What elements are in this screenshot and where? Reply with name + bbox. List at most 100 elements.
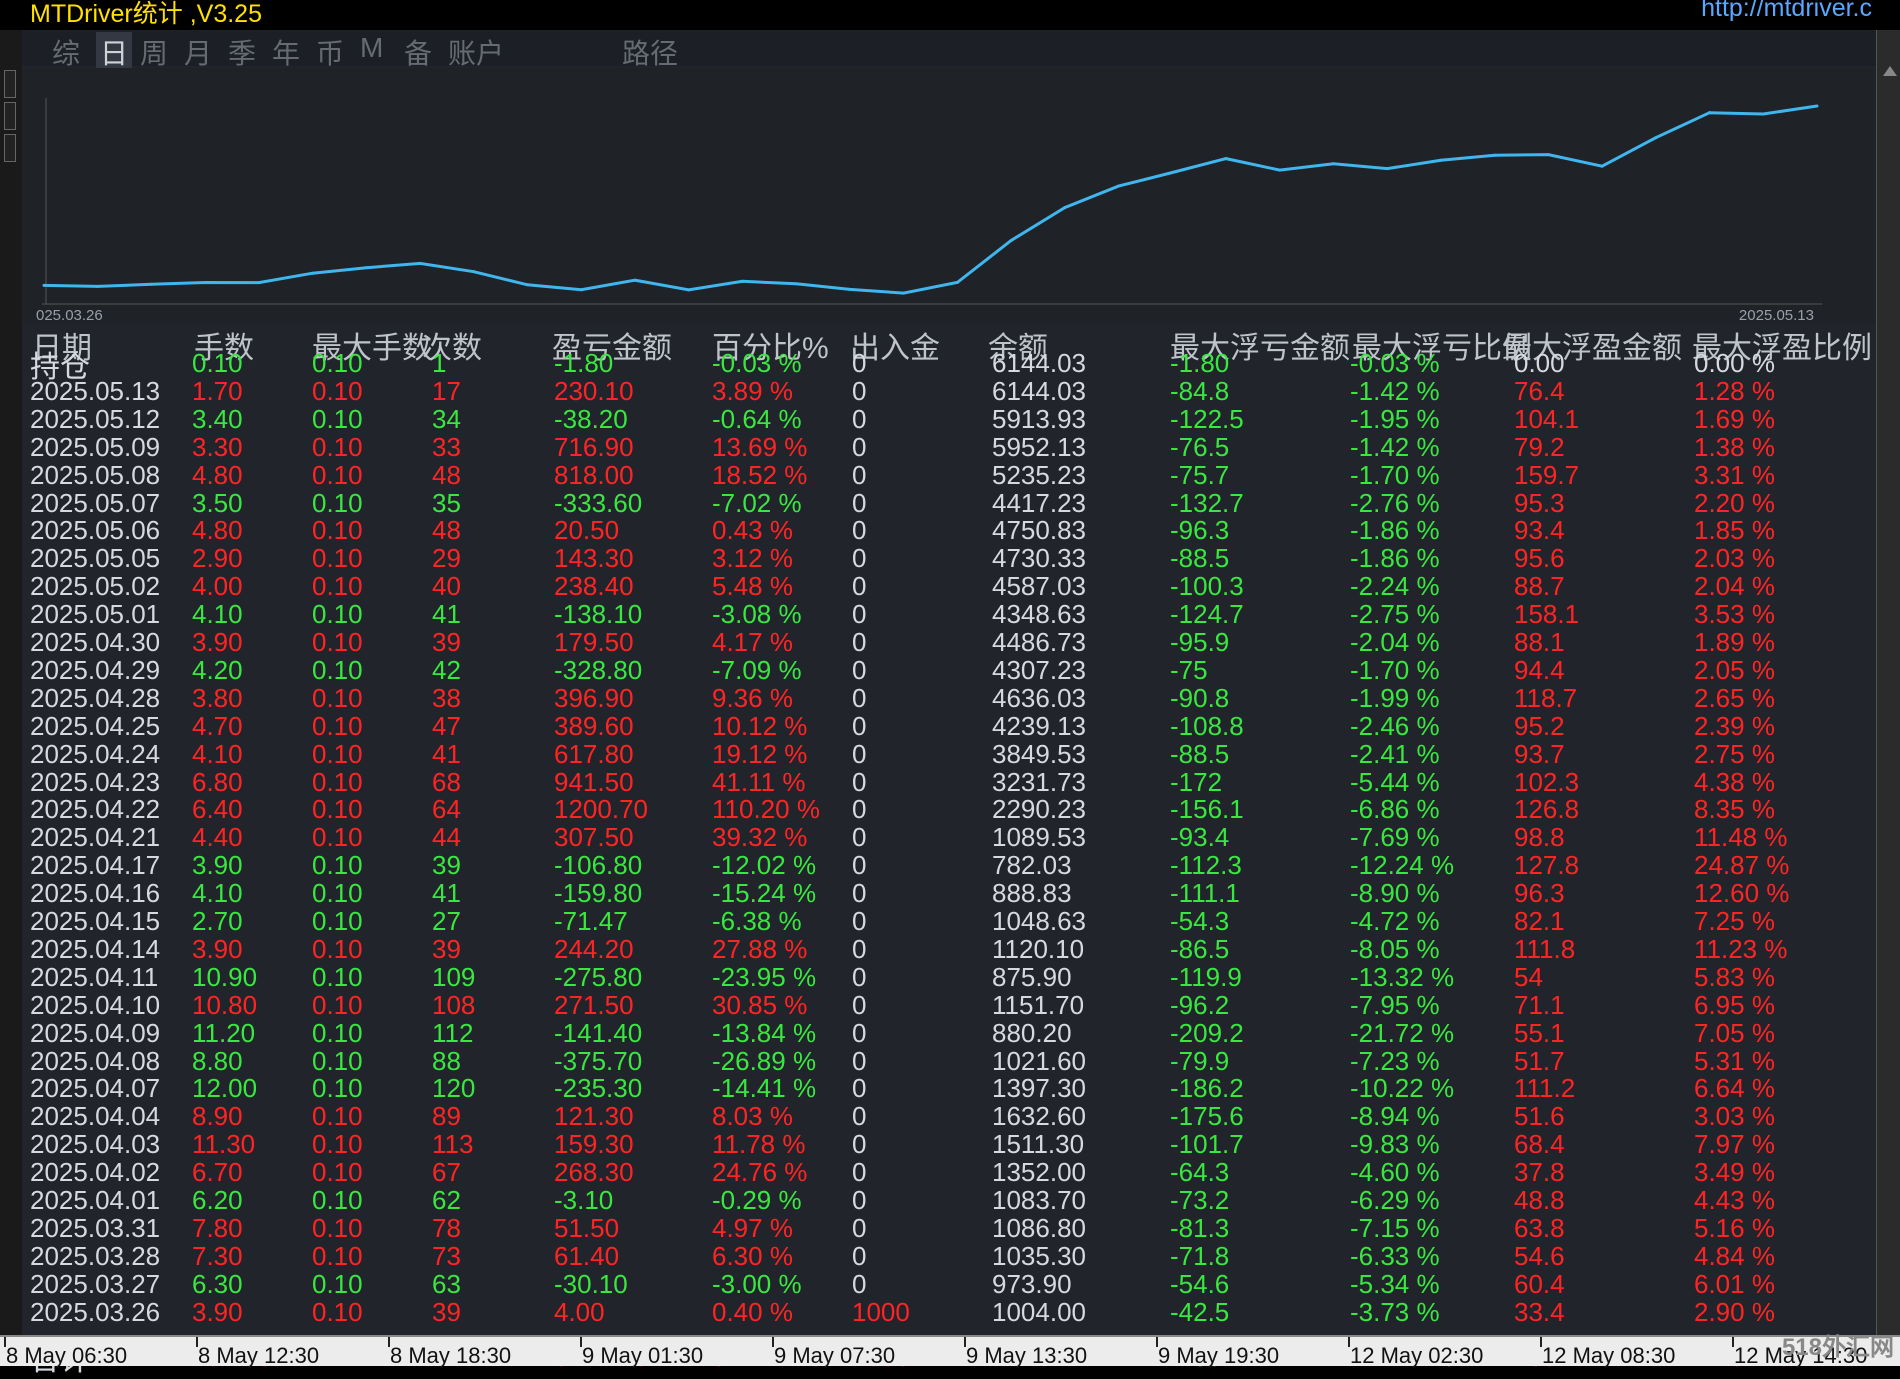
cell-lots: 6.40: [192, 794, 243, 825]
vertical-scrollbar[interactable]: [1876, 30, 1900, 1335]
cell-max-float-profit: 55.1: [1514, 1017, 1565, 1048]
balance-point: [1708, 111, 1712, 115]
cell-count: 17: [432, 375, 461, 406]
balance-point: [1439, 158, 1443, 162]
cell-max-float-profit-pct: 7.05 %: [1694, 1017, 1775, 1048]
cell-max-float-loss: -186.2: [1170, 1073, 1244, 1104]
cell-max-lots: 0.10: [312, 1185, 363, 1215]
cell-date: 2025.05.05: [30, 543, 161, 574]
cell-max-float-loss: -124.7: [1170, 599, 1244, 630]
cell-max-lots: 0.10: [312, 989, 363, 1020]
cell-io: 0: [852, 1185, 867, 1215]
balance-point: [687, 288, 691, 292]
cell-pl: 307.50: [554, 822, 634, 853]
cell-io: 0: [852, 543, 867, 574]
cell-max-float-loss: -75.7: [1170, 459, 1230, 490]
column-header[interactable]: 次数: [422, 323, 482, 367]
cell-pl: -375.70: [554, 1045, 643, 1076]
cell-pct: -15.24 %: [712, 878, 817, 909]
cell-pct: 8.03 %: [712, 1101, 793, 1132]
cell-date: 2025.03.26: [30, 1296, 161, 1327]
cell-io: 0: [852, 878, 867, 909]
cell-max-float-loss: -64.3: [1170, 1157, 1230, 1188]
cell-balance: 6144.03: [992, 375, 1086, 406]
tab-6[interactable]: 币: [316, 32, 344, 72]
cell-count: 39: [432, 627, 461, 657]
tab-2[interactable]: 周: [140, 32, 168, 72]
cell-balance: 4307.23: [992, 654, 1086, 685]
cell-max-float-loss-pct: -6.86 %: [1350, 794, 1440, 825]
cell-io: 0: [852, 487, 867, 518]
cell-max-float-profit-pct: 11.23 %: [1694, 933, 1788, 964]
cell-max-float-loss: -1.80: [1170, 348, 1230, 378]
cell-pct: 11.78 %: [712, 1129, 806, 1160]
tab-0[interactable]: 综: [52, 32, 80, 72]
cell-pct: 0.40 %: [712, 1296, 793, 1327]
cell-count: 68: [432, 766, 461, 797]
tab-10[interactable]: 路径: [622, 32, 678, 72]
balance-point: [955, 280, 959, 284]
cell-pl: 818.00: [554, 459, 634, 490]
cell-max-float-loss-pct: -2.76 %: [1350, 487, 1440, 518]
cell-pct: 3.12 %: [712, 543, 793, 574]
cell-count: 89: [432, 1101, 461, 1132]
balance-point: [1600, 164, 1604, 168]
tab-5[interactable]: 年: [272, 32, 300, 72]
tab-9[interactable]: 账户: [448, 32, 504, 72]
cell-max-float-profit: 60.4: [1514, 1268, 1565, 1299]
cell-lots: 3.50: [192, 487, 243, 518]
cell-count: 108: [432, 989, 476, 1020]
cell-max-float-loss: -96.3: [1170, 515, 1230, 546]
cell-max-float-profit-pct: 3.53 %: [1694, 599, 1775, 630]
cell-io: 0: [852, 654, 867, 685]
cell-max-lots: 0.10: [312, 1073, 363, 1104]
cell-count: 120: [432, 1073, 476, 1104]
cell-max-lots: 0.10: [312, 375, 363, 406]
tab-7[interactable]: M: [360, 32, 383, 64]
cell-count: 27: [432, 906, 461, 936]
toolbar-handle[interactable]: [4, 70, 16, 98]
tab-4[interactable]: 季: [228, 32, 256, 72]
cell-max-lots: 0.10: [312, 794, 363, 825]
balance-point: [579, 288, 583, 292]
cell-pct: 18.52 %: [712, 459, 808, 490]
cell-pl: 143.30: [554, 543, 634, 574]
cell-date: 2025.04.03: [30, 1129, 161, 1160]
cell-date: 2025.03.28: [30, 1240, 161, 1271]
cell-io: 0: [852, 348, 867, 378]
cell-max-float-profit-pct: 3.31 %: [1694, 459, 1775, 490]
cell-count: 33: [432, 431, 461, 462]
cell-max-float-loss-pct: -2.41 %: [1350, 738, 1440, 769]
cell-max-float-loss: -96.2: [1170, 989, 1230, 1020]
cell-balance: 1004.00: [992, 1296, 1086, 1327]
toolbar-handle[interactable]: [4, 102, 16, 130]
website-link[interactable]: http://mtdriver.c: [1701, 0, 1872, 23]
cell-max-float-loss-pct: -6.33 %: [1350, 1240, 1440, 1271]
cell-io: 0: [852, 933, 867, 964]
toolbar-handle[interactable]: [4, 134, 16, 162]
cell-balance: 1089.53: [992, 822, 1086, 853]
cell-max-float-loss: -76.5: [1170, 431, 1230, 462]
cell-lots: 4.40: [192, 822, 243, 853]
cell-max-float-profit-pct: 1.69 %: [1694, 403, 1775, 434]
cell-pct: 30.85 %: [712, 989, 808, 1020]
cell-max-float-profit-pct: 4.43 %: [1694, 1185, 1775, 1215]
scroll-up-arrow-icon[interactable]: [1883, 66, 1897, 76]
cell-io: 0: [852, 627, 867, 657]
tab-1[interactable]: 日: [96, 32, 133, 72]
cell-balance: 5913.93: [992, 403, 1086, 434]
tab-3[interactable]: 月: [184, 32, 212, 72]
left-toolbar: [0, 30, 23, 1335]
cell-max-float-loss-pct: -1.42 %: [1350, 375, 1440, 406]
cell-count: 39: [432, 1296, 461, 1327]
cell-io: 0: [852, 682, 867, 713]
cell-max-lots: 0.10: [312, 906, 363, 936]
tab-8[interactable]: 备: [404, 32, 432, 72]
cell-max-float-profit: 111.8: [1514, 933, 1576, 964]
cell-max-float-profit: 127.8: [1514, 850, 1580, 881]
cell-lots: 3.90: [192, 850, 243, 881]
cell-count: 40: [432, 571, 461, 602]
cell-pct: 4.97 %: [712, 1212, 793, 1243]
cell-max-float-loss-pct: -1.70 %: [1350, 654, 1440, 685]
cell-pct: -6.38 %: [712, 906, 802, 936]
